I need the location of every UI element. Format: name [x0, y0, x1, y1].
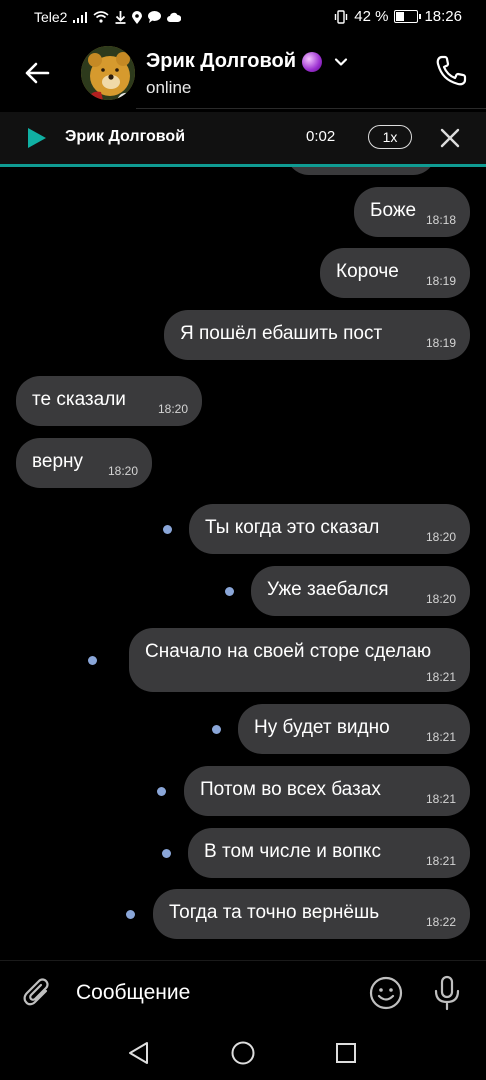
outgoing-message[interactable]: Короче 18:19: [320, 248, 470, 298]
contact-name[interactable]: Эрик Долговой: [146, 50, 348, 73]
message-time: 18:21: [425, 670, 456, 684]
vibrate-icon: [335, 9, 348, 24]
back-arrow-icon[interactable]: [22, 58, 52, 88]
message-time: 18:20: [425, 530, 456, 544]
incoming-message[interactable]: те сказали 18:20: [16, 376, 202, 426]
unread-dot: [162, 848, 171, 858]
composer: Сообщение: [0, 960, 486, 1027]
avatar[interactable]: [81, 46, 135, 100]
message-time: 18:20: [157, 402, 188, 416]
clock: 18:26: [424, 8, 462, 25]
avatar-image: [81, 46, 135, 100]
playback-speed-button[interactable]: 1x: [368, 125, 412, 149]
player-time: 0:02: [306, 128, 336, 145]
carrier-label: Tele2: [34, 9, 68, 25]
play-icon[interactable]: [26, 127, 48, 149]
message-input[interactable]: Сообщение: [76, 981, 190, 1005]
message-list[interactable]: Боже 18:18 Короче 18:19 Я пошёл ебашить пост…: [0, 167, 486, 960]
message-bubble-partial[interactable]: [286, 167, 436, 175]
system-nav-bar: [0, 1026, 486, 1080]
battery-icon: [394, 10, 422, 23]
cloud-icon: [167, 12, 182, 22]
message-time: 18:19: [425, 336, 456, 350]
nav-home-icon[interactable]: [230, 1040, 256, 1066]
message-text: те сказали: [32, 389, 126, 410]
battery-fill: [396, 12, 405, 21]
close-icon[interactable]: [438, 126, 462, 150]
signal-icon: [73, 11, 88, 23]
audio-player: Эрик Долговой 0:02 1x: [0, 112, 486, 164]
message-text: Сначало на своей сторе сделаю: [145, 641, 432, 662]
outgoing-message[interactable]: Боже 18:18: [354, 187, 470, 237]
message-text: Я пошёл ебашить пост: [180, 323, 383, 344]
message-time: 18:21: [425, 854, 456, 868]
outgoing-message[interactable]: Ты когда это сказал 18:20: [189, 504, 470, 554]
unread-dot: [225, 586, 234, 596]
unread-dot: [163, 524, 172, 534]
message-text: Тогда та точно вернёшь: [169, 902, 380, 923]
outgoing-message[interactable]: Тогда та точно вернёшь 18:22: [153, 889, 470, 939]
message-time: 18:19: [425, 274, 456, 288]
contact-status: online: [146, 78, 192, 97]
player-title: Эрик Долговой: [65, 128, 186, 145]
message-time: 18:21: [425, 792, 456, 806]
incoming-message[interactable]: верну 18:20: [16, 438, 152, 488]
phone-icon[interactable]: [434, 54, 468, 88]
outgoing-message[interactable]: Уже заебался 18:20: [251, 566, 470, 616]
message-text: Уже заебался: [267, 579, 389, 600]
message-text: Короче: [336, 261, 399, 282]
message-text: Боже: [370, 200, 417, 221]
nav-back-icon[interactable]: [126, 1040, 152, 1066]
wifi-icon: [93, 11, 109, 23]
chat-header: Эрик Долговой online: [0, 36, 486, 108]
emoji-icon[interactable]: [368, 975, 404, 1011]
message-text: В том числе и вопкс: [204, 841, 381, 862]
unread-dot: [88, 655, 97, 665]
crystal-ball-emoji: [302, 51, 323, 72]
message-icon: [148, 11, 162, 23]
nav-recent-apps-icon[interactable]: [334, 1041, 358, 1065]
message-time: 18:18: [425, 213, 456, 227]
message-time: 18:20: [107, 464, 138, 478]
message-time: 18:20: [425, 592, 456, 606]
unread-dot: [212, 724, 221, 734]
outgoing-message[interactable]: Ну будет видно 18:21: [238, 704, 470, 754]
outgoing-message[interactable]: В том числе и вопкс 18:21: [188, 828, 470, 878]
message-text: Потом во всех базах: [200, 779, 381, 800]
message-text: Ты когда это сказал: [205, 517, 380, 538]
unread-dot: [126, 909, 135, 919]
header-divider: [136, 108, 486, 109]
battery-percent: 42 %: [354, 8, 389, 25]
message-time: 18:21: [425, 730, 456, 744]
status-bar: Tele2 42 % 18:26: [0, 0, 486, 34]
download-icon: [115, 10, 126, 24]
unread-dot: [157, 786, 166, 796]
paperclip-icon[interactable]: [22, 977, 54, 1011]
message-text: верну: [32, 451, 84, 472]
contact-name-label: Эрик Долговой: [146, 50, 297, 72]
microphone-icon[interactable]: [432, 975, 462, 1011]
outgoing-message[interactable]: Сначало на своей сторе сделаю 18:21: [129, 628, 470, 692]
message-text: Ну будет видно: [254, 717, 390, 738]
outgoing-message[interactable]: Я пошёл ебашить пост 18:19: [164, 310, 470, 360]
outgoing-message[interactable]: Потом во всех базах 18:21: [184, 766, 470, 816]
message-time: 18:22: [425, 915, 456, 929]
location-icon: [132, 10, 143, 24]
chevron-down-icon[interactable]: [334, 55, 348, 69]
